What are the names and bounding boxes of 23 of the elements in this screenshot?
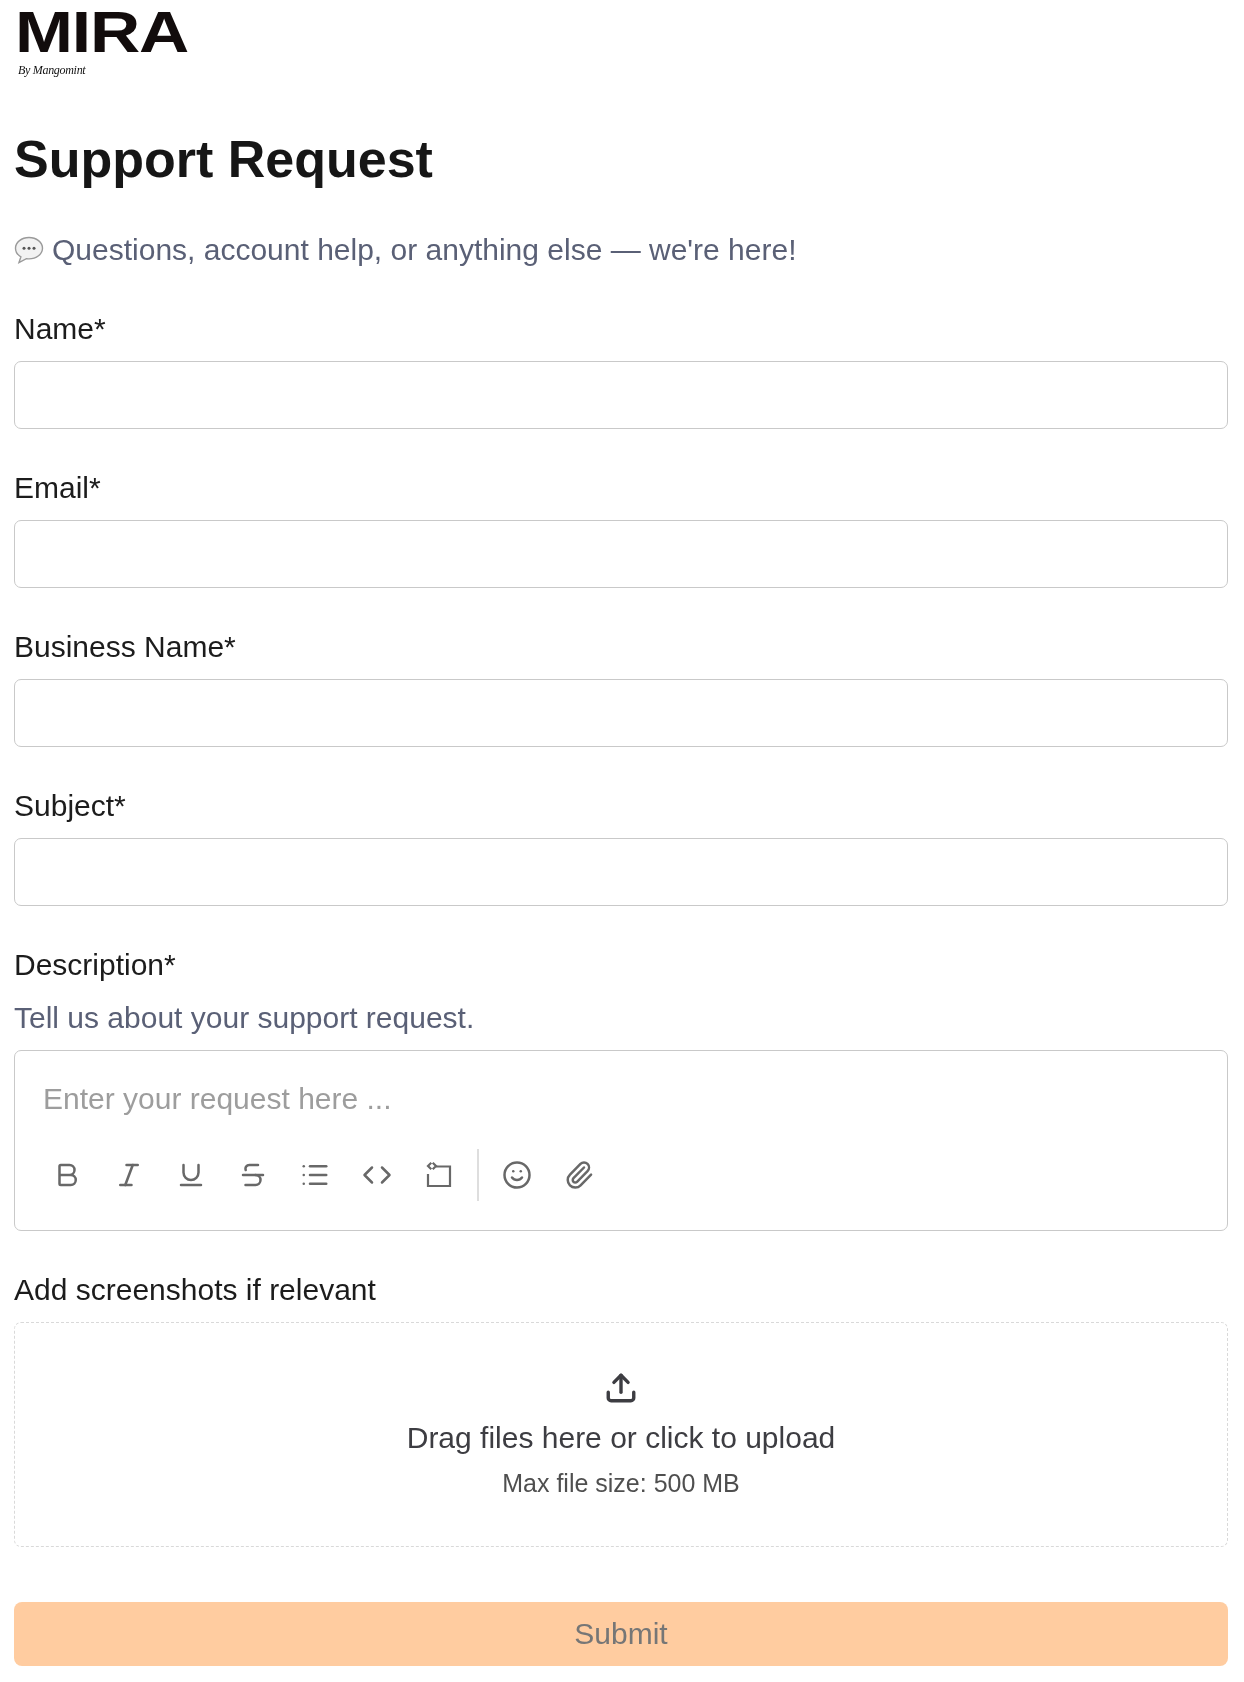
field-label: Description* bbox=[14, 947, 176, 983]
logo-wordmark: MIRA bbox=[15, 3, 189, 61]
logo-tagline: By Mangomint bbox=[18, 63, 86, 77]
file-size-note: Max file size: 500 MB bbox=[502, 1468, 740, 1498]
code-block-icon bbox=[424, 1160, 454, 1190]
field-label: Add screenshots if relevant bbox=[14, 1272, 376, 1308]
input-field[interactable] bbox=[14, 520, 1228, 588]
upload-prompt: Drag files here or click to upload bbox=[406, 1420, 836, 1456]
field-label: Email* bbox=[14, 470, 101, 506]
input-field[interactable] bbox=[14, 361, 1228, 429]
page-title: Support Request bbox=[14, 129, 433, 190]
input-field[interactable] bbox=[14, 679, 1228, 747]
field-label: Subject* bbox=[14, 788, 126, 824]
field-label: Business Name* bbox=[14, 629, 236, 665]
field-label: Name* bbox=[14, 311, 106, 347]
text-area[interactable]: Enter your request here ... bbox=[43, 1081, 1199, 1117]
field-help-text: Tell us about your support request. bbox=[14, 1000, 475, 1036]
input-field[interactable] bbox=[14, 838, 1228, 906]
upload-dropzone[interactable]: Drag files here or click to upload Max file size: 500 MB bbox=[14, 1322, 1228, 1547]
speech-bubble-icon bbox=[14, 235, 44, 265]
smiley-face-icon bbox=[501, 1160, 532, 1190]
upload-icon bbox=[604, 1371, 638, 1405]
intro-text: Questions, account help, or anything else — we're here! bbox=[52, 232, 797, 268]
